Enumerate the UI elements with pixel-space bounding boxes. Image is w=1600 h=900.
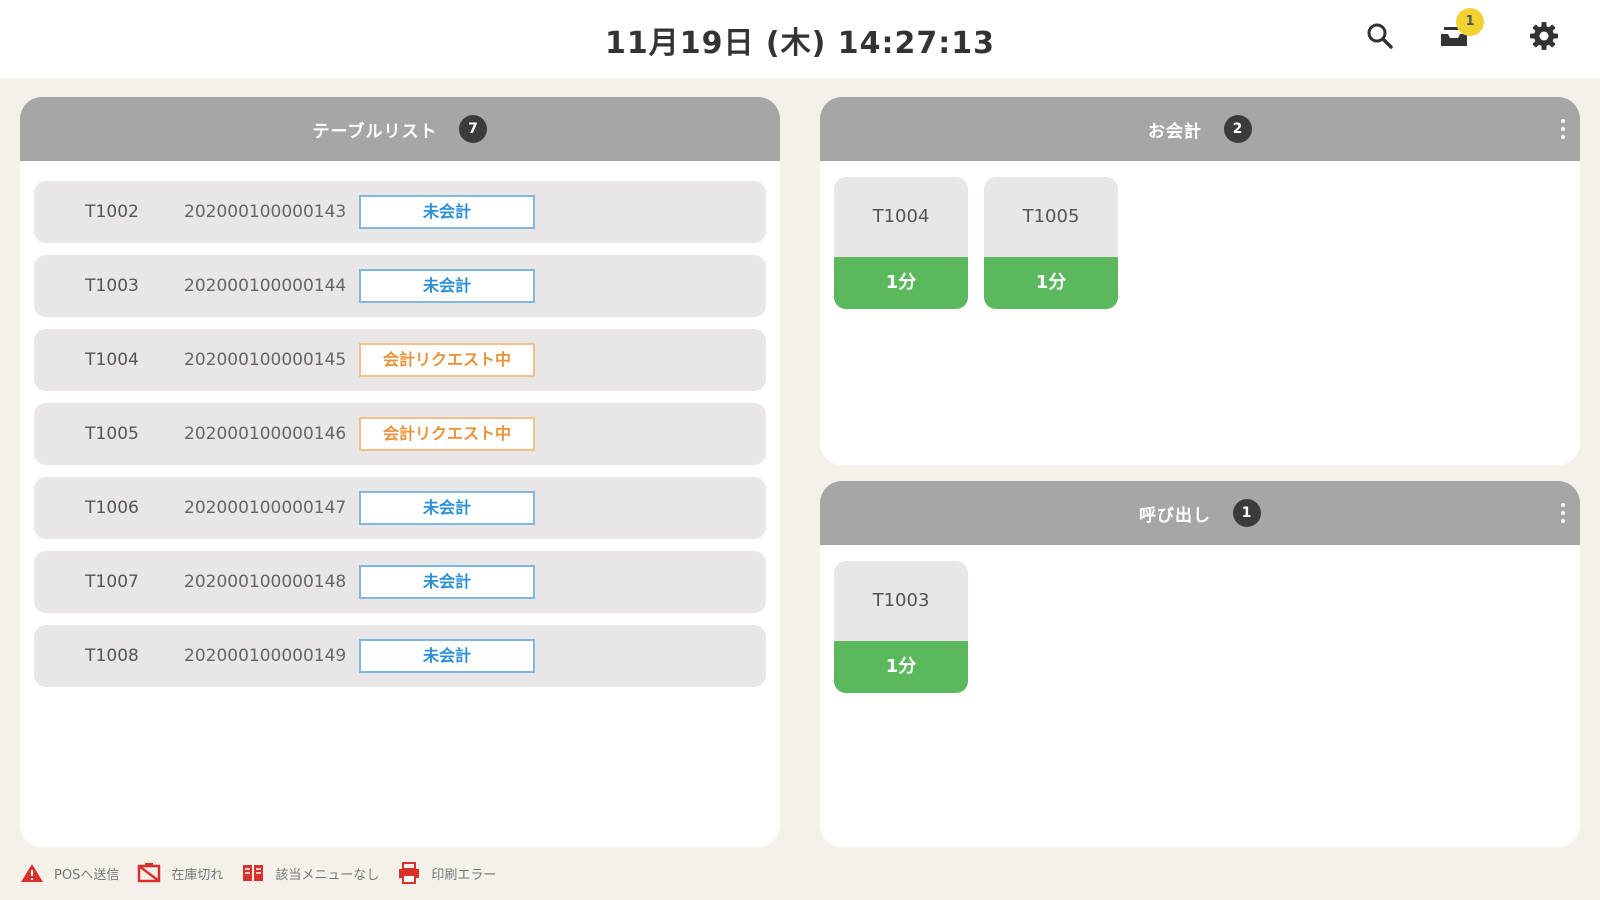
table-number: T1005 [85,424,139,444]
legend-label: 印刷エラー [431,867,497,883]
order-number: 202000100000149 [184,646,347,666]
card-table-number: T1005 [1022,206,1080,227]
table-list-panel: テーブルリスト 7 T1002 202000100000143 未会計 T100… [20,97,780,847]
call-count-badge: 1 [1233,499,1261,527]
table-number: T1008 [85,646,139,666]
status-badge: 会計リクエスト中 [359,417,535,451]
table-row[interactable]: T1004 202000100000145 会計リクエスト中 [34,329,766,391]
status-badge: 未会計 [359,565,535,599]
checkout-more-menu-icon[interactable] [1560,119,1566,139]
status-badge: 会計リクエスト中 [359,343,535,377]
table-number: T1006 [85,498,139,518]
notification-badge: 1 [1456,8,1484,36]
checkout-card[interactable]: T1004 1分 [834,177,968,309]
table-number: T1007 [85,572,139,592]
call-card-list: T1003 1分 [820,545,1580,693]
order-number: 202000100000148 [184,572,347,592]
top-bar: 11月19日 (木) 14:27:13 1 [0,0,1600,78]
order-number: 202000100000145 [184,350,347,370]
table-list: T1002 202000100000143 未会計 T1003 20200010… [20,161,780,687]
call-more-menu-icon[interactable] [1560,503,1566,523]
status-badge: 未会計 [359,491,535,525]
legend-item-pos: POSへ送信 [20,863,119,883]
table-row[interactable]: T1008 202000100000149 未会計 [34,625,766,687]
legend-label: POSへ送信 [54,867,120,883]
checkout-card-list: T1004 1分 T1005 1分 [820,161,1580,309]
checkout-header: お会計 2 [820,97,1580,161]
table-row[interactable]: T1007 202000100000148 未会計 [34,551,766,613]
call-title: 呼び出し [1139,505,1211,526]
table-row[interactable]: T1006 202000100000147 未会計 [34,477,766,539]
table-number: T1004 [85,350,139,370]
table-list-title: テーブルリスト [312,121,438,142]
table-list-header: テーブルリスト 7 [20,97,780,161]
status-badge: 未会計 [359,269,535,303]
out-of-stock-icon [138,863,161,883]
checkout-panel: お会計 2 T1004 1分 T1005 1分 [820,97,1580,465]
search-icon [1367,23,1393,49]
card-elapsed-time: 1分 [834,641,968,693]
no-menu-icon [243,865,264,881]
table-number: T1002 [85,202,139,222]
order-number: 202000100000143 [184,202,347,222]
warning-icon [21,864,43,882]
table-row[interactable]: T1002 202000100000143 未会計 [34,181,766,243]
table-number: T1003 [85,276,139,296]
datetime-display: 11月19日 (木) 14:27:13 [604,26,996,61]
legend-item-print-error: 印刷エラー [397,862,496,884]
card-table-number: T1004 [872,206,930,227]
call-header: 呼び出し 1 [820,481,1580,545]
card-elapsed-time: 1分 [984,257,1118,309]
call-panel: 呼び出し 1 T1003 1分 [820,481,1580,847]
checkout-title: お会計 [1148,121,1202,142]
table-list-count-badge: 7 [459,115,488,143]
settings-button[interactable] [1526,18,1562,54]
search-button[interactable] [1362,18,1398,54]
table-row[interactable]: T1003 202000100000144 未会計 [34,255,766,317]
status-badge: 未会計 [359,639,535,673]
status-badge: 未会計 [359,195,535,229]
legend-label: 該当メニューなし [275,867,380,883]
table-row[interactable]: T1005 202000100000146 会計リクエスト中 [34,403,766,465]
error-legend: POSへ送信 在庫切れ 該当メニューなし 印刷エラー [20,858,514,888]
printer-error-icon [399,862,420,884]
legend-label: 在庫切れ [171,867,224,883]
order-number: 202000100000146 [184,424,347,444]
legend-item-out-of-stock: 在庫切れ [137,863,223,883]
order-number: 202000100000144 [184,276,347,296]
order-number: 202000100000147 [184,498,347,518]
checkout-card[interactable]: T1005 1分 [984,177,1118,309]
notifications-button[interactable]: 1 [1436,8,1484,54]
card-table-number: T1003 [872,590,930,611]
call-card[interactable]: T1003 1分 [834,561,968,693]
gear-icon [1530,22,1558,50]
legend-item-no-menu: 該当メニューなし [241,863,379,883]
checkout-count-badge: 2 [1224,115,1252,143]
card-elapsed-time: 1分 [834,257,968,309]
